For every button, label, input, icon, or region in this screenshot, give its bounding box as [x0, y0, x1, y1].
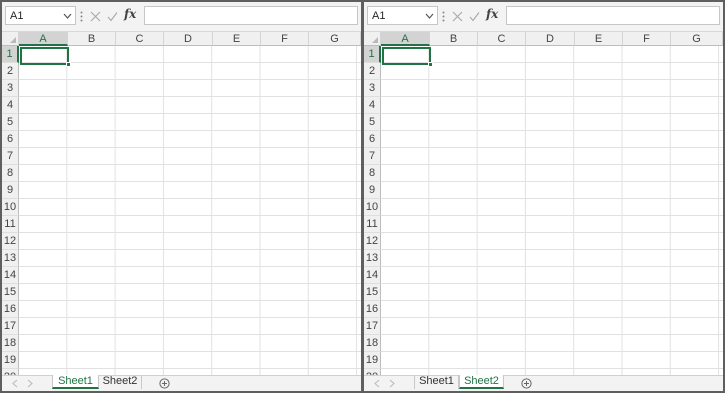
chevron-down-icon[interactable] [425, 12, 434, 20]
active-cell[interactable] [382, 47, 431, 65]
add-sheet-icon[interactable] [521, 378, 532, 389]
row-header-18[interactable]: 18 [364, 335, 381, 352]
cancel-icon[interactable] [452, 11, 463, 22]
row-header-14[interactable]: 14 [2, 267, 19, 284]
row-header-19[interactable]: 19 [364, 352, 381, 369]
formula-bar: A1 fx [2, 2, 361, 32]
fill-handle[interactable] [428, 62, 433, 67]
fill-handle[interactable] [66, 62, 71, 67]
column-header-g[interactable]: G [309, 32, 361, 46]
row-header-10[interactable]: 10 [2, 199, 19, 216]
excel-window-1: A1 fx A B C D E F G 1 2 3 4 5 6 7 8 9 10… [2, 2, 361, 391]
row-header-13[interactable]: 13 [2, 250, 19, 267]
row-header-10[interactable]: 10 [364, 199, 381, 216]
column-header-b[interactable]: B [430, 32, 478, 46]
row-header-12[interactable]: 12 [364, 233, 381, 250]
active-cell[interactable] [20, 47, 69, 65]
excel-window-2: A1 fx A B C D E F G 1 2 3 4 5 6 7 8 9 10… [364, 2, 723, 391]
sheet-tab-bar: Sheet1 Sheet2 [2, 375, 361, 391]
sheet-tab-sheet2[interactable]: Sheet2 [99, 375, 142, 389]
row-header-17[interactable]: 17 [2, 318, 19, 335]
scroll-prev-icon[interactable] [373, 379, 381, 388]
cell-area[interactable] [381, 46, 723, 376]
row-header-7[interactable]: 7 [2, 148, 19, 165]
more-options-icon[interactable] [80, 11, 83, 22]
sheet-tab-sheet1[interactable]: Sheet1 [52, 375, 99, 389]
sheet-tab-bar: Sheet1 Sheet2 [364, 375, 723, 391]
row-header-13[interactable]: 13 [364, 250, 381, 267]
row-header-15[interactable]: 15 [364, 284, 381, 301]
formula-bar: A1 fx [364, 2, 723, 32]
row-header-19[interactable]: 19 [2, 352, 19, 369]
column-header-e[interactable]: E [213, 32, 261, 46]
select-all-button[interactable] [2, 32, 19, 46]
row-header-7[interactable]: 7 [364, 148, 381, 165]
enter-icon[interactable] [107, 11, 118, 22]
row-header-18[interactable]: 18 [2, 335, 19, 352]
column-header-f[interactable]: F [261, 32, 309, 46]
cancel-icon[interactable] [90, 11, 101, 22]
column-header-e[interactable]: E [575, 32, 623, 46]
cell-area[interactable] [19, 46, 361, 376]
sheet-tab-sheet1[interactable]: Sheet1 [414, 375, 459, 389]
row-header-11[interactable]: 11 [2, 216, 19, 233]
scroll-next-icon[interactable] [388, 379, 396, 388]
add-sheet-icon[interactable] [159, 378, 170, 389]
formula-input[interactable] [144, 6, 358, 25]
row-header-8[interactable]: 8 [2, 165, 19, 182]
column-header-b[interactable]: B [68, 32, 116, 46]
chevron-down-icon[interactable] [63, 12, 72, 20]
row-header-17[interactable]: 17 [364, 318, 381, 335]
row-header-14[interactable]: 14 [364, 267, 381, 284]
column-header-a[interactable]: A [381, 32, 430, 46]
row-header-15[interactable]: 15 [2, 284, 19, 301]
row-header-1[interactable]: 1 [2, 46, 19, 63]
row-header-5[interactable]: 5 [2, 114, 19, 131]
row-header-16[interactable]: 16 [2, 301, 19, 318]
row-header-1[interactable]: 1 [364, 46, 381, 63]
enter-icon[interactable] [469, 11, 480, 22]
column-header-a[interactable]: A [19, 32, 68, 46]
row-header-16[interactable]: 16 [364, 301, 381, 318]
name-box-value: A1 [10, 10, 24, 22]
column-header-d[interactable]: D [526, 32, 575, 46]
scroll-prev-icon[interactable] [11, 379, 19, 388]
fx-icon[interactable]: fx [486, 7, 498, 21]
formula-input[interactable] [506, 6, 720, 25]
row-header-6[interactable]: 6 [364, 131, 381, 148]
column-header-d[interactable]: D [164, 32, 213, 46]
row-header-4[interactable]: 4 [364, 97, 381, 114]
worksheet-grid[interactable]: A B C D E F G 1 2 3 4 5 6 7 8 9 10 11 12… [364, 32, 723, 376]
column-header-c[interactable]: C [478, 32, 526, 46]
column-header-c[interactable]: C [116, 32, 164, 46]
row-header-3[interactable]: 3 [2, 80, 19, 97]
name-box-value: A1 [372, 10, 386, 22]
row-header-9[interactable]: 9 [364, 182, 381, 199]
select-all-button[interactable] [364, 32, 381, 46]
sheet-tab-sheet2[interactable]: Sheet2 [459, 375, 504, 389]
column-header-f[interactable]: F [623, 32, 671, 46]
column-header-g[interactable]: G [671, 32, 723, 46]
scroll-next-icon[interactable] [26, 379, 34, 388]
more-options-icon[interactable] [442, 11, 445, 22]
row-header-12[interactable]: 12 [2, 233, 19, 250]
name-box[interactable]: A1 [5, 6, 76, 25]
fx-icon[interactable]: fx [124, 7, 136, 21]
row-header-9[interactable]: 9 [2, 182, 19, 199]
row-header-2[interactable]: 2 [364, 63, 381, 80]
row-header-8[interactable]: 8 [364, 165, 381, 182]
row-header-4[interactable]: 4 [2, 97, 19, 114]
worksheet-grid[interactable]: A B C D E F G 1 2 3 4 5 6 7 8 9 10 11 12… [2, 32, 361, 376]
row-header-11[interactable]: 11 [364, 216, 381, 233]
row-header-2[interactable]: 2 [2, 63, 19, 80]
row-header-6[interactable]: 6 [2, 131, 19, 148]
row-header-5[interactable]: 5 [364, 114, 381, 131]
name-box[interactable]: A1 [367, 6, 438, 25]
row-header-3[interactable]: 3 [364, 80, 381, 97]
